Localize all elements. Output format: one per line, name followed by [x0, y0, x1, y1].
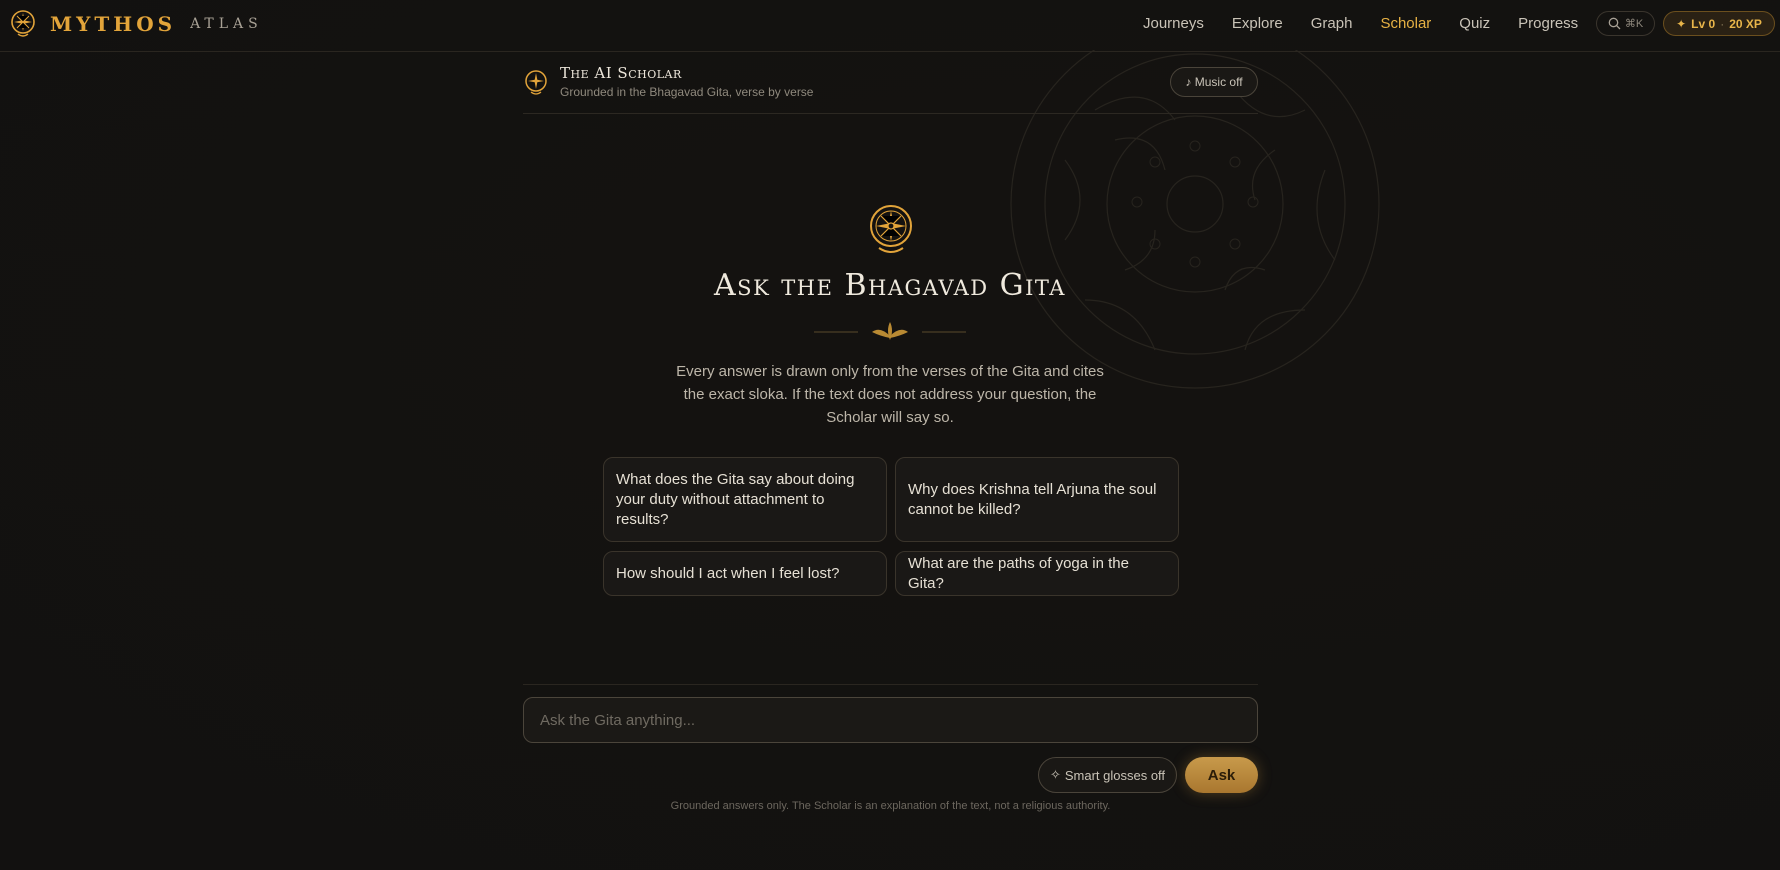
level-xp-badge[interactable]: ✦ Lv 0 · 20 XP — [1663, 11, 1775, 36]
scholar-title: The AI Scholar — [560, 64, 682, 82]
suggestion-card[interactable]: What does the Gita say about doing your … — [603, 457, 887, 542]
suggestion-text: What does the Gita say about doing your … — [616, 470, 855, 528]
suggestion-text: How should I act when I feel lost? — [616, 564, 840, 582]
suggestion-card[interactable]: How should I act when I feel lost? — [603, 551, 887, 596]
hero-emblem-icon — [870, 205, 912, 253]
main-nav: Journeys Explore Graph Scholar Quiz Prog… — [1143, 0, 1606, 46]
sun-emblem-icon — [11, 10, 35, 37]
suggestion-text: What are the paths of yoga in the Gita? — [908, 554, 1129, 592]
top-nav-bar: MYTHOS ATLAS Journeys Explore Graph Scho… — [0, 0, 1780, 52]
hero-title: Ask the Bhagavad Gita — [714, 268, 1066, 303]
separator-dot: · — [1720, 16, 1725, 31]
ornament-divider — [814, 322, 966, 340]
search-button[interactable]: ⌘K — [1596, 11, 1655, 36]
sparkle-icon: ✦ — [1676, 16, 1687, 31]
sparkle-icon: ✧ — [1049, 767, 1061, 782]
brand-subtitle: ATLAS — [190, 16, 263, 32]
scholar-emblem-icon — [525, 70, 547, 95]
nav-progress[interactable]: Progress — [1518, 15, 1578, 32]
scholar-header: The AI Scholar Grounded in the Bhagavad … — [523, 58, 1258, 114]
disclaimer-text: Grounded answers only. The Scholar is an… — [670, 800, 1111, 812]
music-toggle-button[interactable]: ♪ Music off — [1170, 67, 1258, 97]
ask-button[interactable]: Ask — [1185, 757, 1258, 793]
brand[interactable]: MYTHOS ATLAS — [10, 9, 263, 39]
nav-scholar[interactable]: Scholar — [1380, 15, 1431, 32]
suggestion-text: Why does Krishna tell Arjuna the soul ca… — [908, 480, 1157, 518]
page: MYTHOS ATLAS Journeys Explore Graph Scho… — [0, 0, 1780, 870]
nav-graph[interactable]: Graph — [1311, 15, 1353, 32]
nav-explore[interactable]: Explore — [1232, 15, 1283, 32]
smart-glosses-toggle[interactable]: ✧ Smart glosses off — [1038, 757, 1177, 793]
composer-divider — [523, 684, 1258, 685]
level-label: Lv 0 — [1691, 16, 1716, 31]
suggestion-card[interactable]: What are the paths of yoga in the Gita? — [895, 551, 1179, 596]
search-icon — [1608, 17, 1621, 30]
xp-label: 20 XP — [1729, 16, 1762, 31]
intro-text: Every answer is drawn only from the vers… — [676, 363, 1104, 426]
nav-journeys[interactable]: Journeys — [1143, 15, 1204, 32]
brand-name: MYTHOS — [50, 12, 177, 36]
nav-quiz[interactable]: Quiz — [1459, 15, 1490, 32]
suggestion-card[interactable]: Why does Krishna tell Arjuna the soul ca… — [895, 457, 1179, 542]
smart-glosses-label: Smart glosses off — [1064, 767, 1166, 783]
search-shortcut: ⌘K — [1624, 18, 1644, 30]
scholar-subtitle: Grounded in the Bhagavad Gita, verse by … — [560, 85, 814, 99]
ask-input[interactable] — [523, 697, 1258, 743]
